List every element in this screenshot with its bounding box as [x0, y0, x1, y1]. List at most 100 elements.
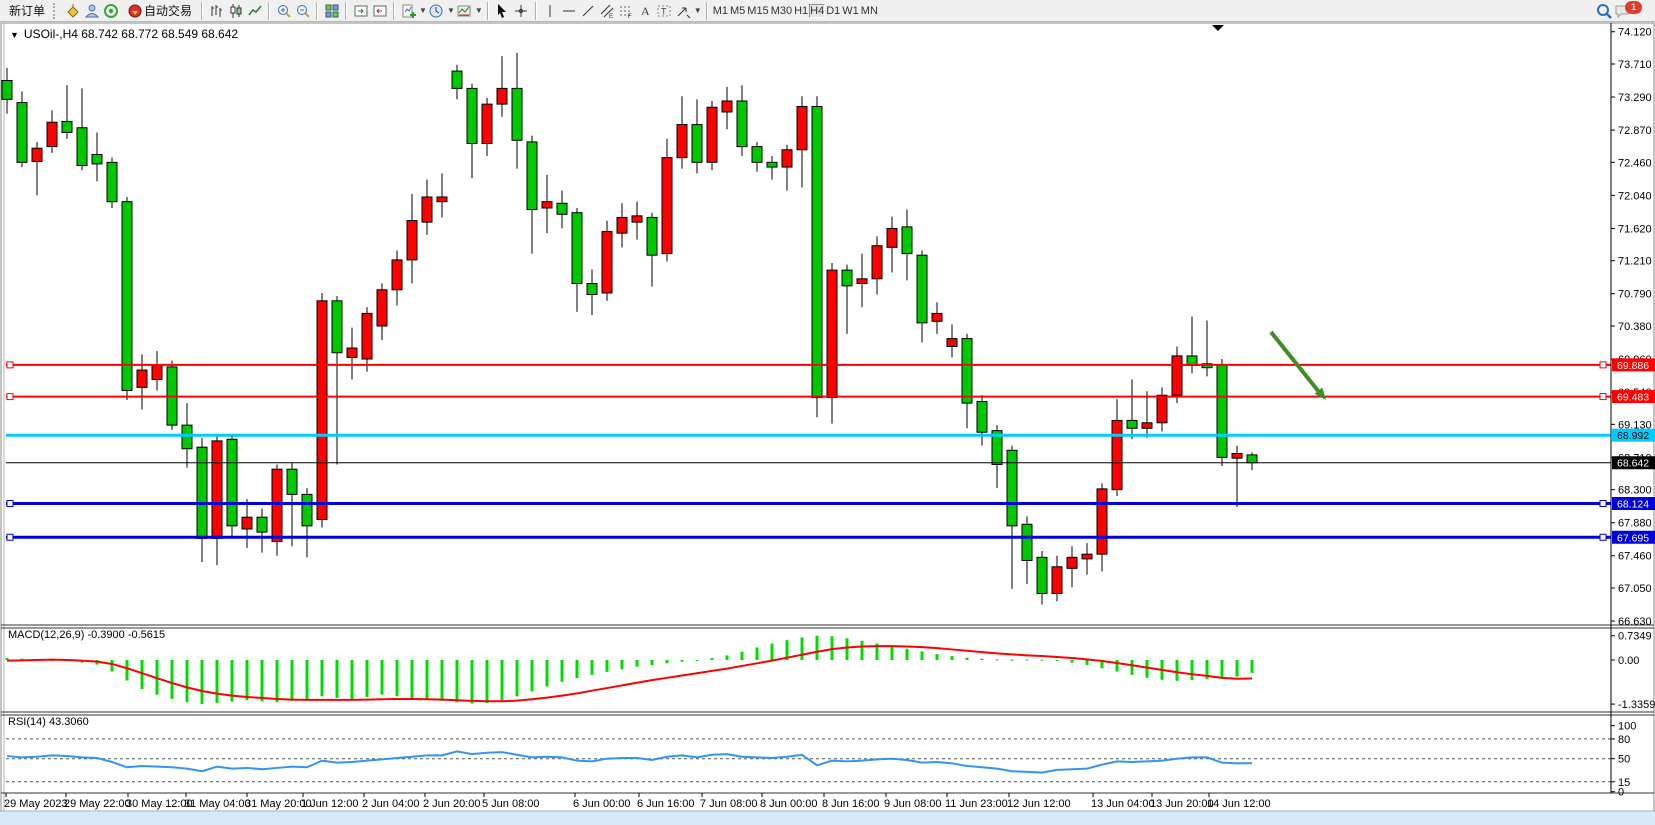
candle [2, 81, 12, 100]
notification-badge[interactable]: 1 [1625, 1, 1642, 14]
candle [602, 232, 612, 293]
chart-title-text: USOil-,H4 68.742 68.772 68.549 68.642 [24, 27, 238, 41]
macd-histogram-bar [561, 660, 564, 682]
line-handle[interactable] [1600, 501, 1606, 507]
trading-terminal-window: { "toolbar": { "new_order_label": "新订单",… [0, 0, 1655, 825]
time-axis-label: 12 Jun 12:00 [1007, 798, 1071, 810]
macd-histogram-bar [1071, 660, 1074, 663]
macd-histogram-bar [726, 655, 729, 660]
price-axis-label: 70.380 [1618, 321, 1652, 333]
timeframe-H4[interactable]: H4 [809, 4, 825, 18]
chart-canvas[interactable]: 74.12073.71073.29072.87072.46072.04071.6… [0, 0, 1655, 825]
macd-histogram-bar [531, 660, 534, 691]
line-handle[interactable] [1600, 394, 1606, 400]
macd-histogram-bar [501, 660, 504, 700]
chart-menu-icon[interactable]: ▼ [10, 30, 19, 40]
market-watch-icon[interactable] [82, 2, 101, 20]
candle [137, 370, 147, 387]
search-icon[interactable] [1594, 2, 1613, 20]
timeframe-M30[interactable]: M30 [770, 4, 793, 18]
candle [872, 246, 882, 279]
signal-icon[interactable] [101, 2, 120, 20]
macd-histogram-bar [636, 660, 639, 667]
timeframe-M1[interactable]: M1 [712, 4, 729, 18]
macd-histogram-bar [486, 660, 489, 703]
candle [617, 217, 627, 233]
candlestick-icon[interactable] [226, 2, 245, 20]
text-icon[interactable]: A [636, 2, 655, 20]
new-order-button[interactable]: 新订单 [4, 2, 50, 20]
timeframe-H1[interactable]: H1 [793, 4, 809, 18]
line-handle[interactable] [1600, 362, 1606, 368]
macd-axis-label: -1.3359 [1618, 699, 1655, 711]
zoom-in-icon[interactable] [274, 2, 293, 20]
macd-histogram-bar [441, 660, 444, 701]
line-handle[interactable] [7, 394, 13, 400]
macd-histogram-bar [306, 660, 309, 700]
macd-histogram-bar [1116, 660, 1119, 672]
tile-windows-icon[interactable] [322, 2, 341, 20]
toolbar: 新订单 自动交易 [0, 0, 1655, 22]
macd-histogram-bar [591, 660, 594, 675]
channel-icon[interactable]: E [598, 2, 617, 20]
timeframe-W1[interactable]: W1 [841, 4, 860, 18]
macd-histogram-bar [1131, 660, 1134, 675]
svg-text:E: E [609, 14, 613, 19]
macd-histogram-bar [891, 646, 894, 660]
line-handle[interactable] [7, 362, 13, 368]
chart-autoscroll-icon[interactable] [370, 2, 389, 20]
macd-histogram-bar [1236, 660, 1239, 677]
periods-caret-icon[interactable]: ▼ [447, 6, 455, 15]
line-handle[interactable] [1600, 534, 1606, 540]
line-handle[interactable] [7, 501, 13, 507]
auto-trading-button[interactable]: 自动交易 [120, 2, 197, 20]
candle [392, 260, 402, 290]
macd-histogram-bar [291, 660, 294, 701]
styles-bucket-icon[interactable] [63, 2, 82, 20]
timeframe-M5[interactable]: M5 [729, 4, 746, 18]
indicators-caret-icon[interactable]: ▼ [419, 6, 427, 15]
macd-histogram-bar [516, 660, 519, 696]
macd-histogram-bar [426, 660, 429, 700]
macd-histogram-bar [801, 638, 804, 660]
line-handle[interactable] [7, 534, 13, 540]
candle [1037, 557, 1047, 593]
vertical-line-icon[interactable] [541, 2, 560, 20]
timeframe-MN[interactable]: MN [860, 4, 879, 18]
candle [107, 162, 117, 201]
candle [1232, 453, 1242, 458]
crosshair-icon[interactable] [512, 2, 531, 20]
candle [362, 313, 372, 359]
timeframe-M15[interactable]: M15 [746, 4, 769, 18]
zoom-out-icon[interactable] [293, 2, 312, 20]
candle [197, 447, 207, 538]
templates-caret-icon[interactable]: ▼ [475, 6, 483, 15]
trendline-icon[interactable] [579, 2, 598, 20]
templates-icon[interactable] [455, 2, 474, 20]
macd-histogram-bar [1146, 660, 1149, 678]
line-chart-icon[interactable] [245, 2, 264, 20]
cursor-icon[interactable] [493, 2, 512, 20]
indicators-icon[interactable] [399, 2, 418, 20]
candle [962, 339, 972, 404]
horizontal-line-icon[interactable] [560, 2, 579, 20]
timeframe-D1[interactable]: D1 [825, 4, 841, 18]
candle [1127, 420, 1137, 428]
price-axis-label: 73.710 [1618, 59, 1652, 71]
svg-text:F: F [628, 14, 632, 19]
candle [62, 121, 72, 132]
label-icon[interactable]: T [655, 2, 674, 20]
macd-histogram-bar [1086, 660, 1089, 665]
fibonacci-icon[interactable]: F [617, 2, 636, 20]
auto-trading-label: 自动交易 [144, 2, 192, 19]
macd-histogram-bar [816, 636, 819, 660]
rsi-axis-label: 100 [1618, 721, 1636, 733]
candle [692, 125, 702, 163]
shapes-icon[interactable] [674, 2, 693, 20]
bar-chart-icon[interactable] [207, 2, 226, 20]
shapes-caret-icon[interactable]: ▼ [694, 6, 702, 15]
periods-icon[interactable] [427, 2, 446, 20]
candle [572, 213, 582, 284]
chart-shift-icon[interactable] [351, 2, 370, 20]
candle [1007, 450, 1017, 526]
